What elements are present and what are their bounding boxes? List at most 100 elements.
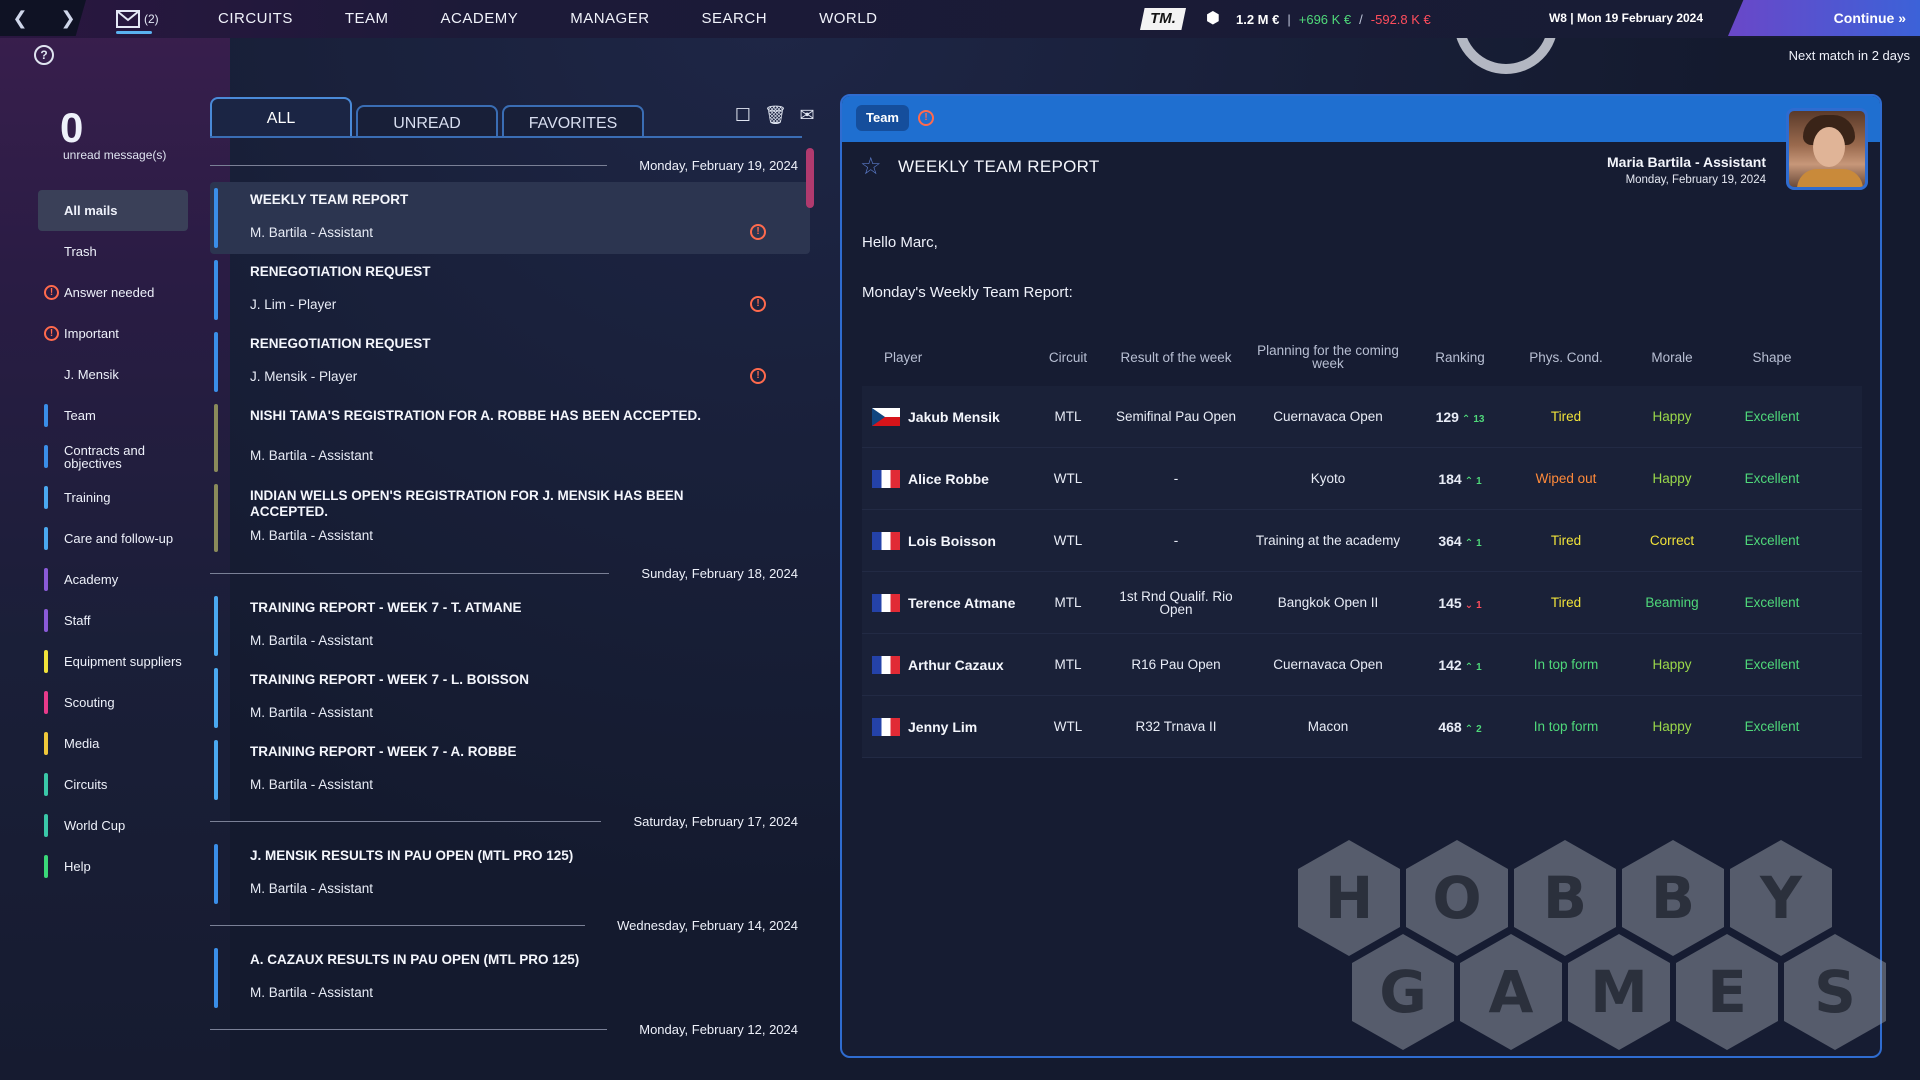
- table-row[interactable]: Jenny Lim WTL R32 Trnava II Macon 468 ⌃ 2 In to…: [862, 696, 1862, 758]
- sidebar-item[interactable]: Media: [38, 723, 188, 764]
- mail-indicator[interactable]: (2): [116, 8, 166, 34]
- mail-sender: M. Bartila - Assistant: [250, 705, 374, 720]
- mail-item[interactable]: NISHI TAMA'S REGISTRATION FOR A. ROBBE H…: [210, 398, 810, 478]
- ranking-value: 129: [1435, 408, 1459, 425]
- nav-team[interactable]: TEAM: [345, 10, 389, 27]
- table-body: Jakub Mensik MTL Semifinal Pau Open Cuernav…: [862, 386, 1862, 758]
- ranking-delta: 1: [1476, 599, 1482, 611]
- ranking-value: 468: [1438, 718, 1462, 735]
- planning-cell: Cuernavaca Open: [1273, 409, 1383, 424]
- help-icon[interactable]: ?: [34, 45, 54, 65]
- mail-item[interactable]: INDIAN WELLS OPEN'S REGISTRATION FOR J. …: [210, 478, 810, 558]
- mail-underline: [116, 31, 152, 34]
- select-all-checkbox-icon[interactable]: ☐: [732, 104, 754, 126]
- planning-cell: Training at the academy: [1255, 533, 1401, 548]
- list-divider: [210, 136, 802, 138]
- mail-item[interactable]: RENEGOTIATION REQUEST J. Mensik - Player!: [210, 326, 810, 398]
- category-chip: Team: [856, 105, 909, 131]
- sidebar-item[interactable]: Care and follow-up: [38, 518, 188, 559]
- table-row[interactable]: Lois Boisson WTL - Training at the academy 3…: [862, 510, 1862, 572]
- table-row[interactable]: Jakub Mensik MTL Semifinal Pau Open Cuernav…: [862, 386, 1862, 448]
- player-cell: Arthur Cazaux: [862, 655, 1030, 674]
- date-separator: Sunday, February 18, 2024: [210, 558, 810, 590]
- ranking-cell: 145 ⌄ 1: [1410, 595, 1510, 611]
- mail-date: Monday, February 19, 2024: [1625, 174, 1766, 186]
- category-color-bar: [44, 486, 48, 509]
- date-separator-label: Saturday, February 17, 2024: [633, 814, 798, 829]
- sidebar-item[interactable]: Trash: [38, 231, 188, 272]
- shape-cell: Excellent: [1744, 595, 1800, 610]
- mail-item[interactable]: TRAINING REPORT - WEEK 7 - T. ATMANE M. B…: [210, 590, 810, 662]
- date-separator: Monday, February 19, 2024: [210, 150, 810, 182]
- sidebar-item[interactable]: J. Mensik: [38, 354, 188, 395]
- ranking-cell: 142 ⌃ 1: [1410, 657, 1510, 673]
- finance-summary[interactable]: ⬢ 1.2 M € | +696 K € / -592.8 K €: [1206, 8, 1431, 30]
- mark-read-envelope-icon[interactable]: ✉: [796, 104, 818, 126]
- sidebar-item[interactable]: Contracts and objectives: [38, 436, 188, 477]
- mail-item[interactable]: A. CAZAUX RESULTS IN PAU OPEN (MTL PRO 1…: [210, 942, 810, 1014]
- table-row[interactable]: Terence Atmane MTL 1st Rnd Qualif. Rio Ope…: [862, 572, 1862, 634]
- nav-circuits[interactable]: CIRCUITS: [218, 10, 293, 27]
- mail-detail-panel: Team ! ☆ WEEKLY TEAM REPORT Maria Bartil…: [840, 94, 1882, 1058]
- nav-manager[interactable]: MANAGER: [570, 10, 649, 27]
- phys-cond-cell: Tired: [1550, 533, 1582, 548]
- sidebar-item[interactable]: Help: [38, 846, 188, 887]
- date-separator: Saturday, February 17, 2024: [210, 806, 810, 838]
- player-name: Alice Robbe: [908, 470, 989, 487]
- tab-favorites[interactable]: FAVORITES: [502, 105, 644, 137]
- table-row[interactable]: Arthur Cazaux MTL R16 Pau Open Cuernavaca O…: [862, 634, 1862, 696]
- sidebar-item[interactable]: Academy: [38, 559, 188, 600]
- circuit-cell: WTL: [1053, 719, 1083, 734]
- mail-item[interactable]: WEEKLY TEAM REPORT M. Bartila - Assistant…: [210, 182, 810, 254]
- trash-icon[interactable]: 🗑: [764, 104, 787, 126]
- mail-item[interactable]: J. MENSIK RESULTS IN PAU OPEN (MTL PRO 1…: [210, 838, 810, 910]
- sidebar-item[interactable]: Circuits: [38, 764, 188, 805]
- continue-button[interactable]: Continue »: [1728, 0, 1920, 36]
- mail-subject: TRAINING REPORT - WEEK 7 - L. BOISSON: [250, 672, 530, 687]
- circuit-cell: MTL: [1054, 595, 1082, 610]
- nav-search[interactable]: SEARCH: [702, 10, 768, 27]
- sidebar-item[interactable]: Team: [38, 395, 188, 436]
- favorite-star-icon[interactable]: ☆: [860, 152, 882, 181]
- circuit-cell: WTL: [1053, 533, 1083, 548]
- sidebar-item[interactable]: Scouting: [38, 682, 188, 723]
- sidebar-item[interactable]: ! Answer needed: [38, 272, 188, 313]
- team-report-table: Player Circuit Result of the week Planni…: [862, 328, 1862, 758]
- table-row[interactable]: Alice Robbe WTL - Kyoto 184 ⌃ 1 Wiped out Happy E…: [862, 448, 1862, 510]
- category-color-bar: [214, 740, 218, 800]
- forward-arrow-icon[interactable]: ❯: [56, 6, 80, 30]
- tab-all[interactable]: ALL: [210, 97, 352, 137]
- player-name: Terence Atmane: [908, 594, 1016, 611]
- nav-academy[interactable]: ACADEMY: [441, 10, 519, 27]
- sidebar-item[interactable]: Staff: [38, 600, 188, 641]
- mail-item[interactable]: TRAINING REPORT - WEEK 7 - A. ROBBE M. Ba…: [210, 734, 810, 806]
- mail-sender: M. Bartila - Assistant: [250, 881, 374, 896]
- sidebar-item[interactable]: All mails: [38, 190, 188, 231]
- sidebar-item[interactable]: ! Important: [38, 313, 188, 354]
- planning-cell: Cuernavaca Open: [1273, 657, 1383, 672]
- sidebar-item-label: Circuits: [64, 777, 108, 792]
- tab-unread[interactable]: UNREAD: [356, 105, 498, 137]
- category-color-bar: [44, 527, 48, 550]
- back-arrow-icon[interactable]: ❮: [8, 6, 32, 30]
- category-color-bar: [214, 484, 218, 552]
- mail-item[interactable]: TRAINING REPORT - WEEK 7 - L. BOISSON M. …: [210, 662, 810, 734]
- planning-cell: Bangkok Open II: [1277, 595, 1379, 610]
- sidebar-item[interactable]: Training: [38, 477, 188, 518]
- category-color-bar: [44, 691, 48, 714]
- important-warning-icon: !: [750, 296, 766, 312]
- warning-icon: !: [44, 326, 59, 341]
- mail-list-scrollbar[interactable]: [806, 148, 814, 208]
- sidebar-item[interactable]: World Cup: [38, 805, 188, 846]
- czech-flag-icon: [872, 407, 900, 426]
- sidebar-item[interactable]: Equipment suppliers: [38, 641, 188, 682]
- player-cell: Alice Robbe: [862, 469, 1030, 488]
- category-color-bar: [44, 814, 48, 837]
- separator-line: [210, 1029, 607, 1030]
- date-separator-label: Monday, February 19, 2024: [639, 158, 798, 173]
- mail-item[interactable]: RENEGOTIATION REQUEST J. Lim - Player!: [210, 254, 810, 326]
- nav-world[interactable]: WORLD: [819, 10, 877, 27]
- sidebar-item-label: Help: [64, 859, 91, 874]
- category-color-bar: [214, 596, 218, 656]
- mail-sender: M. Bartila - Assistant: [250, 633, 374, 648]
